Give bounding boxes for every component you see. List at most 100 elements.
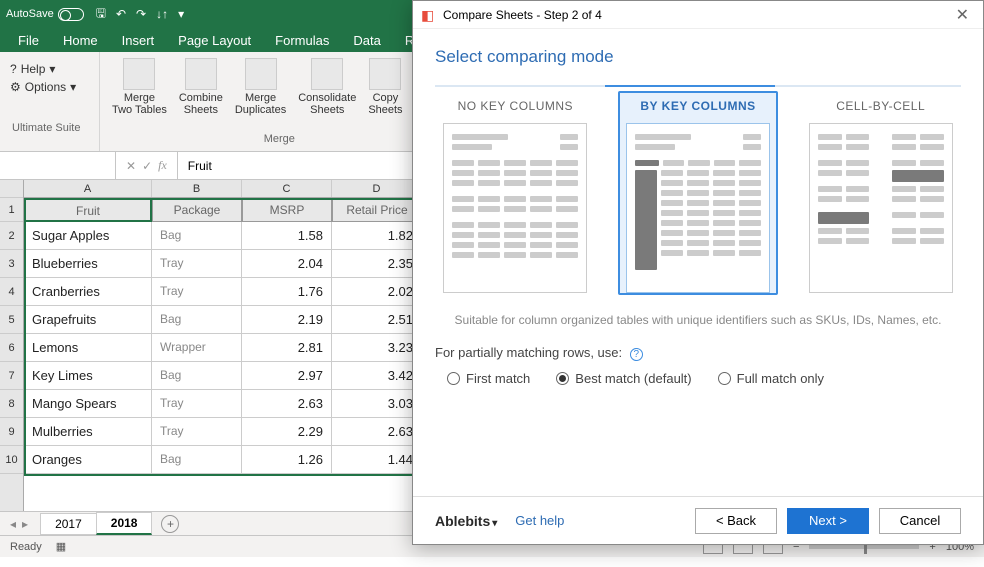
- ribbon-button[interactable]: Copy Sheets: [362, 56, 408, 118]
- undo-icon[interactable]: ↶: [116, 7, 126, 21]
- cell[interactable]: 2.81: [242, 334, 332, 362]
- row-header[interactable]: 5: [0, 306, 23, 334]
- add-sheet-button[interactable]: +: [161, 515, 179, 533]
- cell[interactable]: Tray: [152, 278, 242, 306]
- cell[interactable]: Tray: [152, 250, 242, 278]
- tab-formulas[interactable]: Formulas: [263, 29, 341, 52]
- cell[interactable]: 2.19: [242, 306, 332, 334]
- tab-insert[interactable]: Insert: [110, 29, 167, 52]
- help-icon[interactable]: ?: [630, 348, 643, 361]
- brand-link[interactable]: Ablebits▾: [435, 513, 497, 529]
- dialog-titlebar[interactable]: Compare Sheets - Step 2 of 4 ✕: [413, 1, 983, 29]
- cancel-button[interactable]: Cancel: [879, 508, 961, 534]
- cell[interactable]: 2.51: [332, 306, 422, 334]
- cell[interactable]: Tray: [152, 390, 242, 418]
- cell[interactable]: 3.03: [332, 390, 422, 418]
- tab-data[interactable]: Data: [341, 29, 392, 52]
- name-box[interactable]: [0, 152, 116, 179]
- back-button[interactable]: < Back: [695, 508, 777, 534]
- tab-file[interactable]: File: [6, 29, 51, 52]
- options-button[interactable]: ⚙Options ▾: [10, 80, 89, 94]
- zoom-slider[interactable]: [809, 545, 919, 549]
- cell[interactable]: Grapefruits: [24, 306, 152, 334]
- row-header[interactable]: 9: [0, 418, 23, 446]
- next-sheet-icon[interactable]: ▸: [22, 517, 28, 531]
- prev-sheet-icon[interactable]: ◂: [10, 517, 16, 531]
- cell[interactable]: Lemons: [24, 334, 152, 362]
- tab-page-layout[interactable]: Page Layout: [166, 29, 263, 52]
- cell[interactable]: 1.58: [242, 222, 332, 250]
- ribbon-button[interactable]: Consolidate Sheets: [292, 56, 362, 118]
- more-icon[interactable]: ▾: [178, 7, 184, 21]
- cell[interactable]: 2.04: [242, 250, 332, 278]
- help-button[interactable]: ?Help ▾: [10, 62, 89, 76]
- mode-no-key-columns[interactable]: NO KEY COLUMNS: [435, 91, 596, 295]
- sheet-tab-2017[interactable]: 2017: [40, 513, 97, 535]
- mode-cell-by-cell[interactable]: CELL-BY-CELL: [800, 91, 961, 295]
- sheet-tab-2018[interactable]: 2018: [96, 512, 153, 535]
- fx-icon[interactable]: fx: [158, 158, 167, 173]
- cell[interactable]: Oranges: [24, 446, 152, 474]
- macro-icon[interactable]: ▦: [56, 540, 66, 553]
- col-header[interactable]: D: [332, 180, 422, 197]
- radio-full-match[interactable]: Full match only: [718, 371, 824, 386]
- row-header[interactable]: 3: [0, 250, 23, 278]
- cell[interactable]: 2.02: [332, 278, 422, 306]
- sort-icon[interactable]: ↓↑: [156, 7, 168, 21]
- cell[interactable]: 1.44: [332, 446, 422, 474]
- cell[interactable]: Mango Spears: [24, 390, 152, 418]
- ribbon-button[interactable]: Merge Duplicates: [229, 56, 292, 118]
- cell[interactable]: Blueberries: [24, 250, 152, 278]
- cell-b1[interactable]: Package: [152, 198, 242, 222]
- cell[interactable]: 1.82: [332, 222, 422, 250]
- next-button[interactable]: Next >: [787, 508, 869, 534]
- redo-icon[interactable]: ↷: [136, 7, 146, 21]
- cell[interactable]: Mulberries: [24, 418, 152, 446]
- row-header[interactable]: 7: [0, 362, 23, 390]
- cell-d1[interactable]: Retail Price: [332, 198, 422, 222]
- cell[interactable]: 1.26: [242, 446, 332, 474]
- close-icon[interactable]: ✕: [950, 5, 975, 25]
- cell[interactable]: 3.23: [332, 334, 422, 362]
- row-header[interactable]: 8: [0, 390, 23, 418]
- cell[interactable]: Wrapper: [152, 334, 242, 362]
- accept-icon[interactable]: ✓: [142, 159, 152, 173]
- cell[interactable]: 3.42: [332, 362, 422, 390]
- get-help-link[interactable]: Get help: [515, 513, 564, 528]
- row-header[interactable]: 4: [0, 278, 23, 306]
- cell[interactable]: Sugar Apples: [24, 222, 152, 250]
- formula-value[interactable]: Fruit: [178, 155, 222, 177]
- tab-home[interactable]: Home: [51, 29, 110, 52]
- cell[interactable]: Bag: [152, 306, 242, 334]
- cell-a1[interactable]: Fruit: [24, 198, 152, 222]
- save-icon[interactable]: 🖫: [96, 4, 106, 25]
- radio-first-match[interactable]: First match: [447, 371, 530, 386]
- radio-best-match[interactable]: Best match (default): [556, 371, 691, 386]
- autosave-toggle[interactable]: AutoSave: [6, 8, 84, 21]
- cell[interactable]: Key Limes: [24, 362, 152, 390]
- mode-by-key-columns[interactable]: BY KEY COLUMNS: [618, 91, 779, 295]
- cell[interactable]: 2.63: [242, 390, 332, 418]
- cell[interactable]: 2.35: [332, 250, 422, 278]
- col-header[interactable]: B: [152, 180, 242, 197]
- row-header[interactable]: 2: [0, 222, 23, 250]
- row-header[interactable]: 10: [0, 446, 23, 474]
- cell[interactable]: 2.29: [242, 418, 332, 446]
- ribbon-button[interactable]: Combine Sheets: [173, 56, 229, 118]
- select-all-corner[interactable]: [0, 180, 23, 198]
- cell[interactable]: Cranberries: [24, 278, 152, 306]
- row-header[interactable]: 6: [0, 334, 23, 362]
- cell[interactable]: 1.76: [242, 278, 332, 306]
- cell[interactable]: Tray: [152, 418, 242, 446]
- cell[interactable]: Bag: [152, 222, 242, 250]
- ribbon-button[interactable]: Merge Two Tables: [106, 56, 173, 118]
- row-header[interactable]: 1: [0, 198, 23, 222]
- col-header[interactable]: A: [24, 180, 152, 197]
- cell[interactable]: 2.97: [242, 362, 332, 390]
- col-header[interactable]: C: [242, 180, 332, 197]
- cell[interactable]: Bag: [152, 446, 242, 474]
- cell[interactable]: 2.63: [332, 418, 422, 446]
- cell-c1[interactable]: MSRP: [242, 198, 332, 222]
- cancel-icon[interactable]: ✕: [126, 159, 136, 173]
- cell[interactable]: Bag: [152, 362, 242, 390]
